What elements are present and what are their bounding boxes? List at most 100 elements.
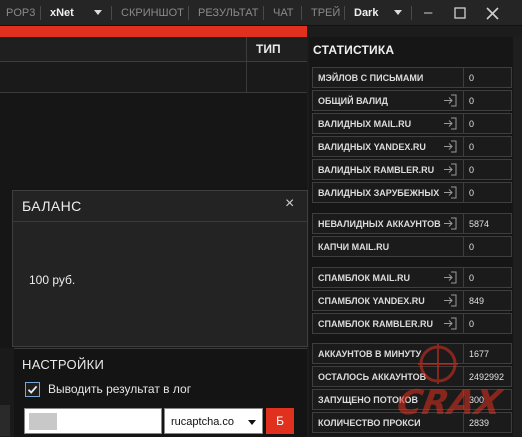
checkmark-icon	[27, 385, 38, 394]
column-divider	[463, 237, 464, 256]
stat-value: 0	[469, 142, 475, 152]
log-result-checkbox[interactable]	[25, 382, 40, 397]
stat-value: 849	[469, 296, 485, 306]
redacted-key	[29, 413, 57, 430]
stat-label: ВАЛИДНЫХ ЗАРУБЕЖНЫХ	[318, 188, 440, 198]
log-result-label[interactable]: Выводить результат в лог	[48, 382, 191, 396]
stat-label: ВАЛИДНЫХ MAIL.RU	[318, 119, 412, 129]
column-divider	[463, 137, 464, 156]
export-icon[interactable]	[443, 94, 457, 107]
stat-row: ОБЩИЙ ВАЛИД 0	[312, 90, 512, 111]
stat-value: 0	[469, 165, 475, 175]
stat-label: КОЛИЧЕСТВО ПРОКСИ	[318, 418, 421, 428]
stat-value: 0	[469, 273, 475, 283]
stat-row: МЭЙЛОВ С ПИСЬМАМИ 0	[312, 67, 512, 88]
stat-row: ЗАПУЩЕНО ПОТОКОВ 300	[312, 389, 512, 410]
column-divider	[463, 268, 464, 287]
column-divider	[463, 413, 464, 432]
export-icon[interactable]	[443, 186, 457, 199]
stat-value: 2839	[469, 418, 490, 428]
column-divider	[463, 214, 464, 233]
stat-row: ВАЛИДНЫХ ЗАРУБЕЖНЫХ 0	[312, 182, 512, 203]
export-icon[interactable]	[443, 217, 457, 230]
close-icon[interactable]: ×	[285, 195, 294, 213]
dialog-title: БАЛАНС	[22, 198, 82, 214]
export-icon[interactable]	[443, 117, 457, 130]
balance-dialog: БАЛАНС × 100 руб.	[12, 190, 308, 347]
stat-label: МЭЙЛОВ С ПИСЬМАМИ	[318, 73, 424, 83]
stat-label: ВАЛИДНЫХ YANDEX.RU	[318, 142, 426, 152]
column-divider	[463, 314, 464, 333]
statistics-panel: СТАТИСТИКА МЭЙЛОВ С ПИСЬМАМИ 0 ОБЩИЙ ВАЛИД…	[309, 37, 522, 436]
stat-value: 2492992	[469, 372, 505, 382]
column-divider	[463, 344, 464, 363]
captcha-service-value: rucaptcha.co	[171, 416, 234, 428]
menu-separator	[40, 6, 41, 20]
stat-value: 5874	[469, 219, 490, 229]
stat-value: 0	[469, 119, 475, 129]
export-icon[interactable]	[443, 140, 457, 153]
stat-label: АККАУНТОВ В МИНУТУ	[318, 349, 422, 359]
progress-accent-bar	[0, 26, 307, 37]
theme-select[interactable]: Dark	[354, 0, 378, 26]
menu-separator	[111, 6, 112, 20]
api-key-input[interactable]	[24, 408, 162, 434]
stat-row: СПАМБЛОК MAIL.RU 0	[312, 267, 512, 288]
minimize-icon[interactable]: –	[424, 0, 432, 26]
screenshot-menu[interactable]: СКРИНШОТ	[121, 0, 184, 26]
stat-value: 0	[469, 242, 475, 252]
chevron-down-icon[interactable]	[94, 10, 102, 15]
column-divider	[246, 37, 247, 61]
result-menu[interactable]: РЕЗУЛЬТАТ	[198, 0, 258, 26]
stat-label: ОБЩИЙ ВАЛИД	[318, 96, 388, 106]
column-divider	[463, 68, 464, 87]
column-divider	[463, 91, 464, 110]
stat-row: СПАМБЛОК RAMBLER.RU 0	[312, 313, 512, 334]
column-divider	[463, 291, 464, 310]
stat-row: НЕВАЛИДНЫХ АККАУНТОВ 5874	[312, 213, 512, 234]
menu-separator	[188, 6, 189, 20]
scrollbar[interactable]	[513, 37, 522, 436]
menu-separator	[344, 6, 345, 20]
settings-panel: НАСТРОЙКИ Выводить результат в лог rucap…	[14, 348, 307, 437]
export-icon[interactable]	[443, 163, 457, 176]
stat-value: 0	[469, 319, 475, 329]
pop3-menu[interactable]: POP3	[6, 0, 35, 26]
stat-value: 0	[469, 73, 475, 83]
column-divider	[463, 367, 464, 386]
column-divider	[463, 183, 464, 202]
statistics-title: СТАТИСТИКА	[313, 43, 395, 57]
table-row[interactable]	[0, 62, 307, 93]
export-icon[interactable]	[443, 317, 457, 330]
stat-value: 0	[469, 188, 475, 198]
export-icon[interactable]	[443, 271, 457, 284]
engine-select[interactable]: xNet	[50, 0, 74, 26]
column-divider	[463, 390, 464, 409]
stat-label: КАПЧИ MAIL.RU	[318, 242, 390, 252]
stat-row: ВАЛИДНЫХ MAIL.RU 0	[312, 113, 512, 134]
stat-row: АККАУНТОВ В МИНУТУ 1677	[312, 343, 512, 364]
chat-menu[interactable]: ЧАТ	[273, 0, 294, 26]
stat-row: СПАМБЛОК YANDEX.RU 849	[312, 290, 512, 311]
stat-label: ЗАПУЩЕНО ПОТОКОВ	[318, 395, 418, 405]
stat-label: НЕВАЛИДНЫХ АККАУНТОВ	[318, 219, 441, 229]
menu-separator	[301, 6, 302, 20]
export-icon[interactable]	[443, 294, 457, 307]
stat-label: СПАМБЛОК MAIL.RU	[318, 273, 411, 283]
stat-label: СПАМБЛОК YANDEX.RU	[318, 296, 425, 306]
stat-row: КОЛИЧЕСТВО ПРОКСИ 2839	[312, 412, 512, 433]
stat-row: КАПЧИ MAIL.RU 0	[312, 236, 512, 257]
side-panel-field	[0, 405, 10, 436]
stat-label: ОСТАЛОСЬ АККАУНТОВ	[318, 372, 427, 382]
tray-menu[interactable]: ТРЕЙ	[311, 0, 340, 26]
menu-bar: POP3 xNet СКРИНШОТ РЕЗУЛЬТАТ ЧАТ ТРЕЙ Da…	[0, 0, 522, 26]
menu-separator	[411, 6, 412, 20]
column-header-type[interactable]: ТИП	[256, 37, 281, 61]
captcha-service-select[interactable]: rucaptcha.co	[164, 408, 263, 434]
stat-value: 300	[469, 395, 485, 405]
chevron-down-icon[interactable]	[394, 10, 402, 15]
stat-label: СПАМБЛОК RAMBLER.RU	[318, 319, 434, 329]
menu-separator	[263, 6, 264, 20]
results-table-header: ТИП	[0, 37, 307, 62]
balance-button[interactable]: Б	[266, 408, 294, 434]
